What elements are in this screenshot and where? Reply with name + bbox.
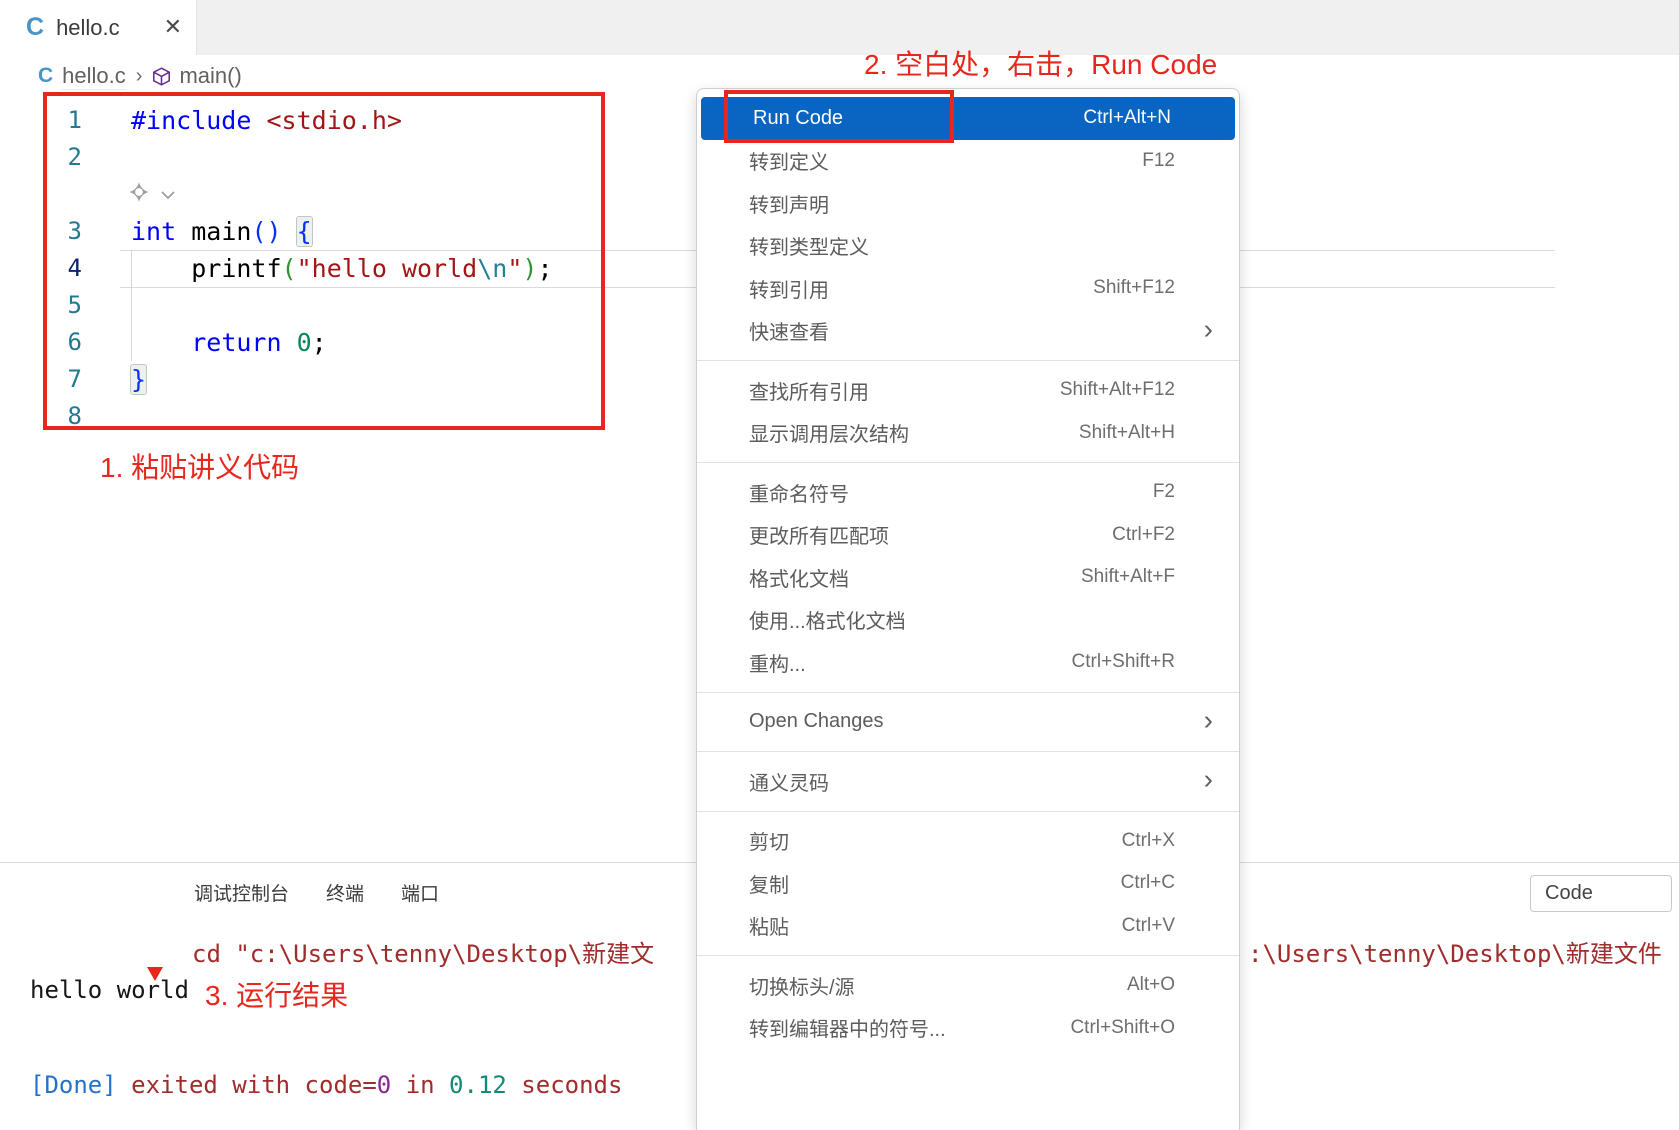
menu-item[interactable]: 格式化文档 Shift+Alt+F xyxy=(697,556,1239,599)
line-number: 5 xyxy=(67,291,82,319)
breadcrumb-file[interactable]: hello.c xyxy=(62,63,126,90)
menu-item-shortcut: Ctrl+Alt+N xyxy=(1083,107,1171,129)
output-channel-label: Code xyxy=(1545,882,1593,904)
menu-item[interactable]: 通义灵码 › xyxy=(697,760,1239,803)
menu-item-shortcut: Shift+F12 xyxy=(1093,277,1175,299)
menu-item[interactable]: 切换标头/源 Alt+O xyxy=(697,964,1239,1007)
line-number: 3 xyxy=(67,217,82,245)
triangle-down-icon xyxy=(147,967,163,981)
menu-item[interactable]: Run Code Ctrl+Alt+N xyxy=(701,97,1235,140)
chevron-right-icon: › xyxy=(1203,313,1213,345)
close-icon[interactable]: ✕ xyxy=(164,14,182,40)
menu-item[interactable]: 显示调用层次结构 Shift+Alt+H xyxy=(697,412,1239,455)
output-channel-selector[interactable]: Code xyxy=(1530,875,1672,912)
menu-item-shortcut: Ctrl+V xyxy=(1121,914,1175,936)
menu-item[interactable]: Open Changes › xyxy=(697,701,1239,744)
panel-tab[interactable]: 终端 xyxy=(326,882,364,908)
menu-item[interactable]: 转到引用 Shift+F12 xyxy=(697,267,1239,310)
menu-item-label: Run Code xyxy=(753,106,844,129)
menu-item[interactable]: 转到定义 F12 xyxy=(697,140,1239,183)
menu-item[interactable]: 转到声明 xyxy=(697,182,1239,225)
menu-item-shortcut: Shift+Alt+F xyxy=(1081,566,1175,588)
menu-item-shortcut: Ctrl+X xyxy=(1121,829,1175,851)
menu-item-label: 通义灵码 xyxy=(749,772,829,795)
panel-tab[interactable]: 端口 xyxy=(401,882,439,908)
menu-item-label: 格式化文档 xyxy=(749,568,849,591)
menu-item-label: 转到引用 xyxy=(749,279,829,302)
c-file-icon: C xyxy=(38,64,54,87)
sparkle-icon[interactable] xyxy=(128,180,150,209)
terminal-done-line: [Done] exited with code=0 in 0.12 second… xyxy=(30,1071,623,1099)
menu-item-shortcut: Ctrl+F2 xyxy=(1112,523,1175,545)
menu-item-shortcut: Ctrl+C xyxy=(1120,872,1175,894)
menu-item[interactable]: 转到编辑器中的符号... Ctrl+Shift+O xyxy=(697,1007,1239,1050)
menu-item-label: 粘贴 xyxy=(749,917,789,940)
menu-item[interactable]: 粘贴 Ctrl+V xyxy=(697,905,1239,948)
panel-tabs: 调试控制台 终端 端口 xyxy=(194,882,439,908)
menu-item-shortcut: F12 xyxy=(1142,149,1175,171)
menu-item[interactable]: 查找所有引用 Shift+Alt+F12 xyxy=(697,369,1239,412)
menu-item[interactable]: 重命名符号 F2 xyxy=(697,471,1239,514)
line-number: 6 xyxy=(67,328,82,356)
terminal-command-right: :\Users\tenny\Desktop\新建文件 xyxy=(1248,940,1662,968)
tab-title: hello.c xyxy=(56,14,120,40)
chevron-right-icon: › xyxy=(1203,763,1213,795)
menu-item-shortcut: Shift+Alt+F12 xyxy=(1059,379,1175,401)
line-number: 7 xyxy=(67,365,82,393)
menu-item-label: 转到定义 xyxy=(749,152,829,175)
menu-item[interactable]: 快速查看 › xyxy=(697,310,1239,353)
line-number: 4 xyxy=(67,254,82,282)
menu-item-label: 重命名符号 xyxy=(749,483,849,506)
menu-item-label: 转到编辑器中的符号... xyxy=(749,1019,946,1042)
menu-item[interactable]: 复制 Ctrl+C xyxy=(697,862,1239,905)
menu-item-label: 切换标头/源 xyxy=(749,976,855,999)
chevron-down-icon[interactable] xyxy=(160,180,176,209)
panel-tab[interactable]: 调试控制台 xyxy=(194,882,289,908)
menu-item-label: Open Changes xyxy=(749,710,884,733)
menu-item[interactable]: 使用...格式化文档 xyxy=(697,599,1239,642)
menu-item-shortcut: Ctrl+Shift+R xyxy=(1071,651,1175,673)
menu-item-label: 转到类型定义 xyxy=(749,237,869,260)
menu-item[interactable]: 转到类型定义 xyxy=(697,225,1239,268)
terminal-command-left: cd "c:\Users\tenny\Desktop\新建文 xyxy=(192,940,655,968)
editor-context-menu: Run Code Ctrl+Alt+N 转到定义 F12 转到声明转到类型定义 转到引用 S… xyxy=(696,88,1240,1130)
line-number: 1 xyxy=(67,106,82,134)
breadcrumb-symbol[interactable]: main() xyxy=(179,63,241,89)
line-number: 8 xyxy=(67,402,82,430)
breadcrumb: C hello.c › main() xyxy=(38,60,242,92)
menu-item-label: 显示调用层次结构 xyxy=(749,424,909,447)
menu-item[interactable]: 更改所有匹配项 Ctrl+F2 xyxy=(697,514,1239,557)
terminal-stdout: hello world xyxy=(30,976,189,1004)
line-number: 2 xyxy=(67,143,82,171)
breadcrumb-separator-icon: › xyxy=(135,64,143,87)
menu-item-shortcut: F2 xyxy=(1152,481,1175,503)
c-file-icon: C xyxy=(26,13,45,41)
menu-item[interactable]: 剪切 Ctrl+X xyxy=(697,820,1239,863)
tab-bar: C hello.c ✕ xyxy=(0,0,1679,55)
menu-item[interactable]: 重构... Ctrl+Shift+R xyxy=(697,641,1239,684)
menu-item-label: 快速查看 xyxy=(749,322,829,345)
annotation-step2: 2. 空白处，右击，Run Code xyxy=(864,49,1218,80)
menu-item-label: 重构... xyxy=(749,653,806,676)
symbol-method-cube-icon xyxy=(153,66,171,86)
menu-item-label: 查找所有引用 xyxy=(749,381,869,404)
menu-item-label: 剪切 xyxy=(749,832,789,855)
annotation-step1: 1. 粘贴讲义代码 xyxy=(100,452,300,483)
menu-item-shortcut: Alt+O xyxy=(1126,974,1175,996)
annotation-step3: 3. 运行结果 xyxy=(205,980,349,1011)
tab-hello-c[interactable]: C hello.c ✕ xyxy=(0,0,197,55)
menu-item-label: 更改所有匹配项 xyxy=(749,526,889,549)
menu-item-shortcut: Ctrl+Shift+O xyxy=(1070,1016,1175,1038)
menu-item-shortcut: Shift+Alt+H xyxy=(1078,421,1175,443)
menu-item-label: 转到声明 xyxy=(749,194,829,217)
chevron-right-icon: › xyxy=(1203,704,1213,736)
menu-item-label: 复制 xyxy=(749,874,789,897)
menu-item-label: 使用...格式化文档 xyxy=(749,611,906,634)
line-number xyxy=(0,176,82,213)
